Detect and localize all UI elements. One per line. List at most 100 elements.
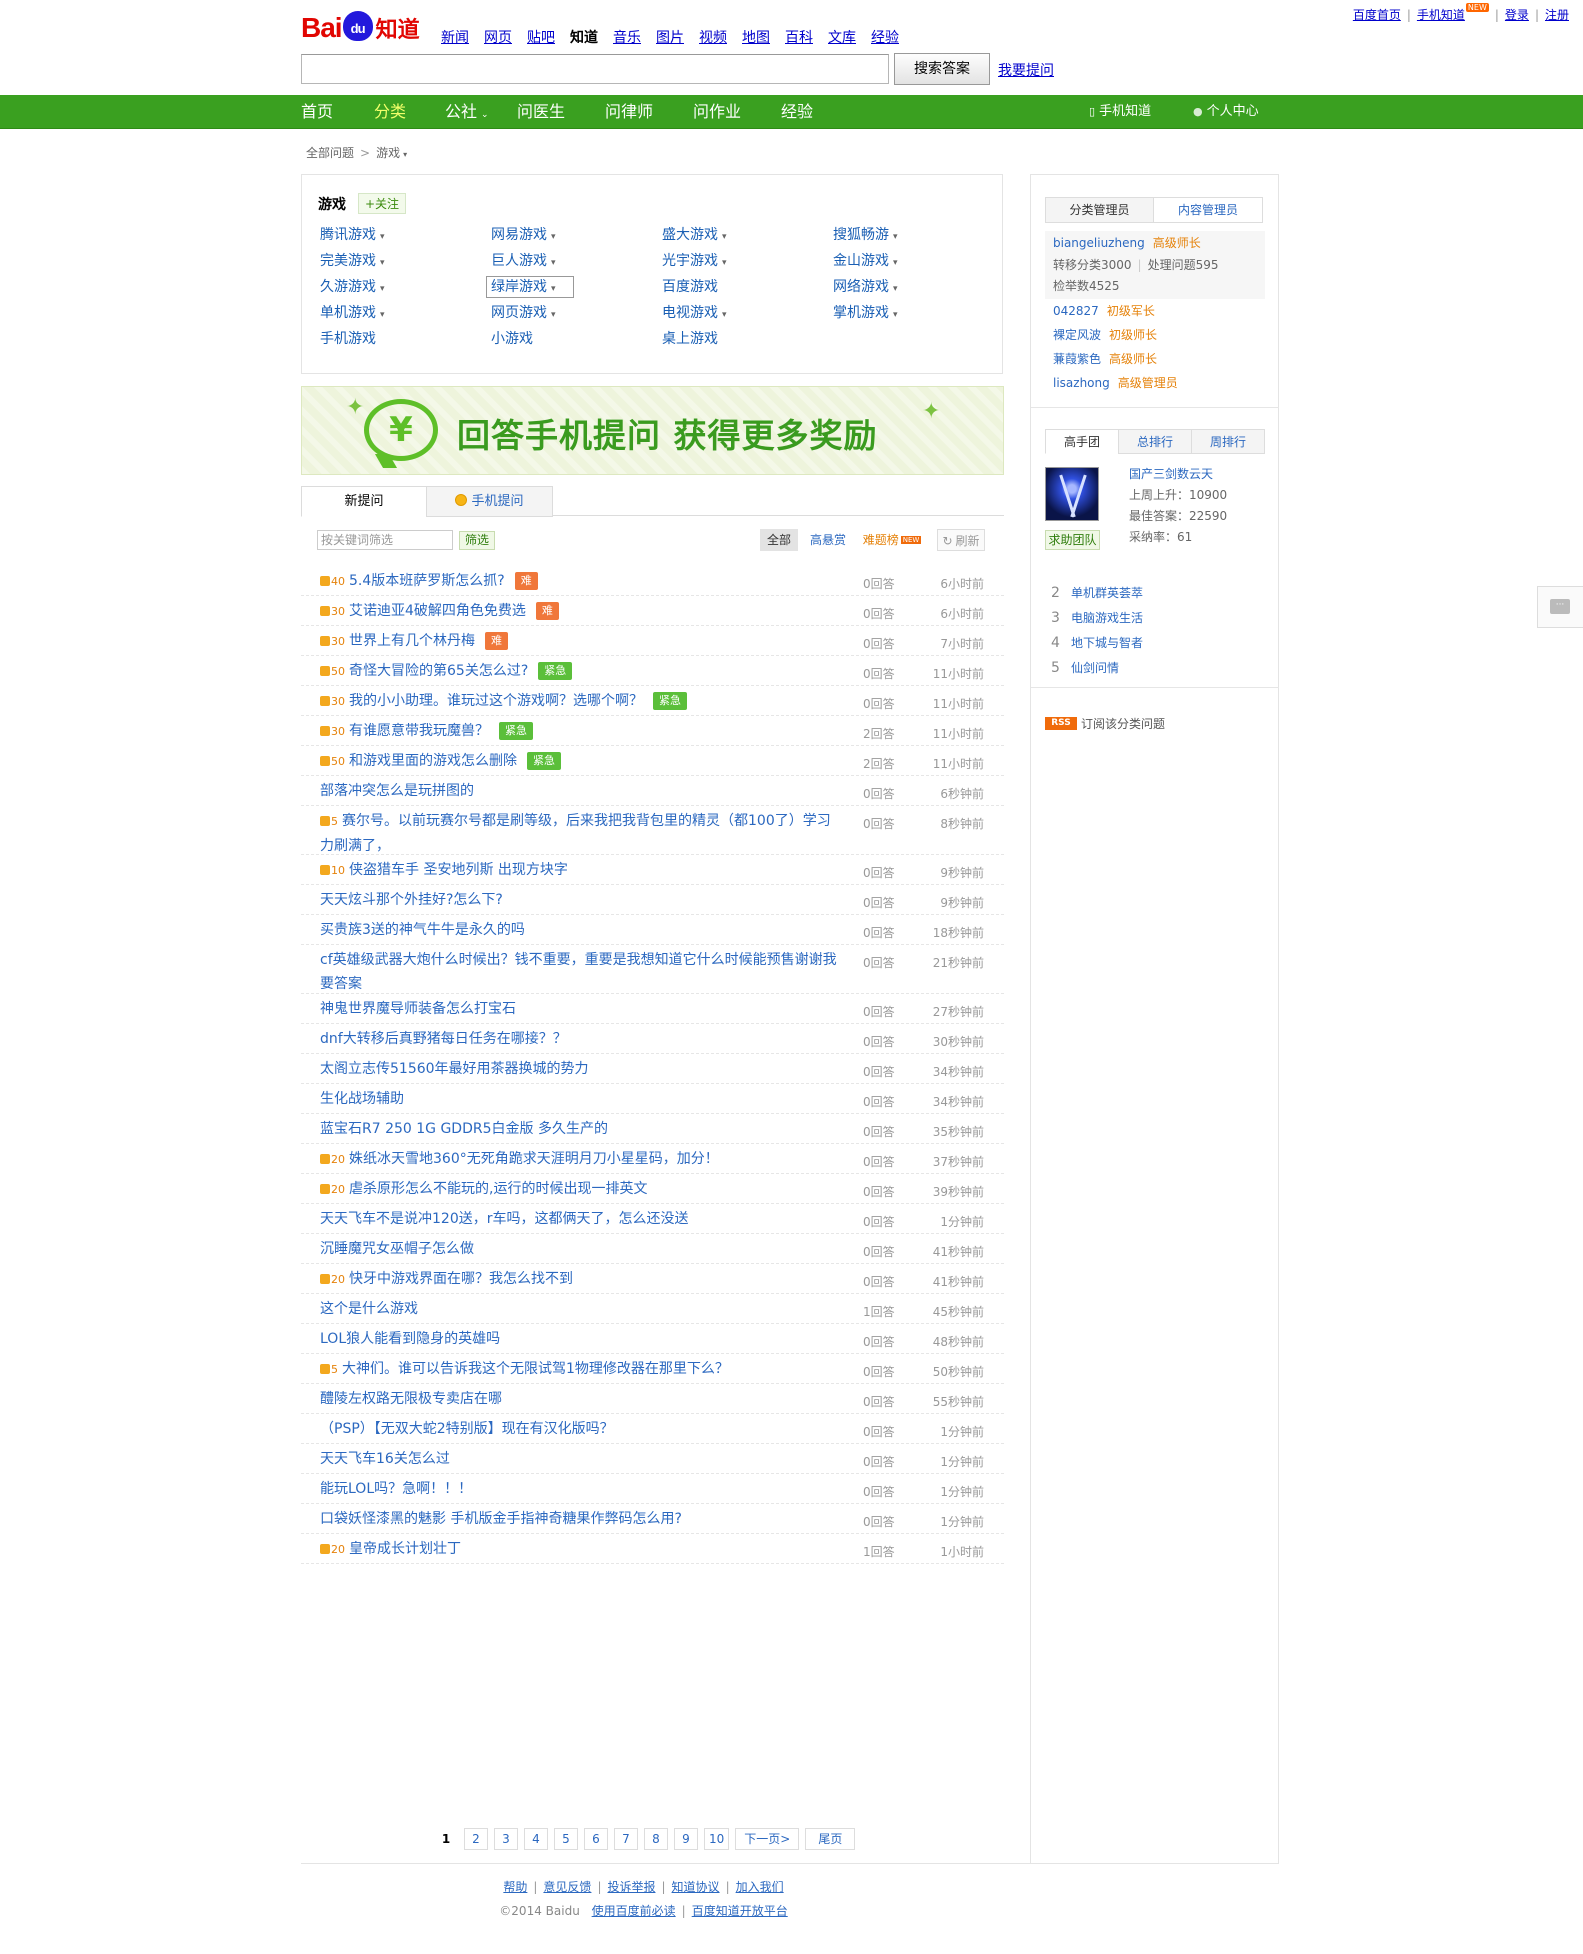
page-link[interactable]: 9 <box>674 1828 698 1850</box>
register-link[interactable]: 注册 <box>1545 6 1569 23</box>
nav-personal-center[interactable]: ● 个人中心 <box>1193 95 1259 129</box>
question-title[interactable]: 部落冲突怎么是玩拼图的 <box>320 776 840 803</box>
chevron-down-icon[interactable]: ▾ <box>893 310 898 320</box>
question-title[interactable]: 40 5.4版本班萨罗斯怎么抓? 难 <box>320 566 840 594</box>
subcategory-link[interactable]: 绿岸游戏 ▾ <box>486 276 574 298</box>
subcategory-link[interactable]: 百度游戏 <box>662 277 833 297</box>
product-link[interactable]: 新闻 <box>441 27 469 47</box>
subcategory-link[interactable]: 搜狐畅游 ▾ <box>833 225 993 245</box>
product-link[interactable]: 网页 <box>484 27 512 47</box>
subcategory-link[interactable]: 手机游戏 <box>320 329 491 349</box>
tab-mobile-questions[interactable]: 手机提问 <box>426 486 553 517</box>
question-title[interactable]: （PSP）【无双大蛇2特别版】现在有汉化版吗？ <box>320 1414 840 1441</box>
question-title[interactable]: 30 我的小小助理。谁玩过这个游戏啊？选哪个啊？ 紧急 <box>320 686 840 714</box>
page-link[interactable]: 7 <box>614 1828 638 1850</box>
chevron-down-icon[interactable]: ▾ <box>551 284 556 294</box>
product-link[interactable]: 图片 <box>656 27 684 47</box>
manager-name[interactable]: biangeliuzheng <box>1053 236 1145 250</box>
nav-item-category[interactable]: 分类 <box>374 95 406 129</box>
product-link[interactable]: 贴吧 <box>527 27 555 47</box>
nav-mobile-zhidao[interactable]: ▯ 手机知道 <box>1089 95 1151 129</box>
question-title[interactable]: 生化战场辅助 <box>320 1084 840 1111</box>
promo-banner[interactable]: ✦ ✦ ¥ 回答手机提问 获得更多奖励 <box>301 386 1004 475</box>
question-title[interactable]: 太阁立志传51560年最好用茶器换城的势力 <box>320 1054 840 1081</box>
subcategory-link[interactable]: 腾讯游戏 ▾ <box>320 225 491 245</box>
subcategory-link[interactable]: 网页游戏 ▾ <box>491 303 662 323</box>
subcategory-link[interactable]: 网络游戏 ▾ <box>833 277 993 297</box>
footer-link[interactable]: 加入我们 <box>736 1880 784 1894</box>
nav-item-home[interactable]: 首页 <box>301 95 333 129</box>
page-link[interactable]: 2 <box>464 1828 488 1850</box>
rss-subscribe[interactable]: RSS 订阅该分类问题 <box>1045 715 1165 732</box>
product-link[interactable]: 视频 <box>699 27 727 47</box>
feedback-button[interactable]: ··· <box>1537 586 1583 628</box>
search-button[interactable]: 搜索答案 <box>894 53 990 85</box>
baidu-home-link[interactable]: 百度首页 <box>1353 6 1401 23</box>
team-name[interactable]: 仙剑问情 <box>1071 661 1119 675</box>
tab-expert-team[interactable]: 高手团 <box>1045 429 1119 454</box>
chevron-down-icon[interactable]: ▾ <box>893 284 898 294</box>
sort-hard[interactable]: 难题榜 NEW <box>858 529 926 551</box>
team-name[interactable]: 地下城与智者 <box>1071 636 1143 650</box>
question-title[interactable]: cf英雄级武器大炮什么时候出？钱不重要，重要是我想知道它什么时候能预售谢谢我要答… <box>320 945 840 996</box>
question-title[interactable]: 这个是什么游戏 <box>320 1294 840 1321</box>
last-page-button[interactable]: 尾页 <box>805 1828 856 1850</box>
product-link[interactable]: 经验 <box>871 27 899 47</box>
subcategory-link[interactable]: 久游游戏 ▾ <box>320 277 491 297</box>
chevron-down-icon[interactable]: ▾ <box>722 232 727 242</box>
question-title[interactable]: 20 皇帝成长计划壮丁 <box>320 1534 840 1562</box>
subcategory-link[interactable]: 小游戏 <box>491 329 662 349</box>
ask-question-link[interactable]: 我要提问 <box>998 60 1054 80</box>
nav-item-lawyer[interactable]: 问律师 <box>605 95 653 129</box>
breadcrumb-current[interactable]: 游戏 <box>376 146 400 160</box>
subcategory-link[interactable]: 掌机游戏 ▾ <box>833 303 993 323</box>
subcategory-link[interactable]: 桌上游戏 <box>662 329 833 349</box>
question-title[interactable]: 20 虐杀原形怎么不能玩的,运行的时候出现一排英文 <box>320 1174 840 1202</box>
question-title[interactable]: 天天飞车不是说冲120送，r车吗，这都俩天了，怎么还没送 <box>320 1204 840 1231</box>
subcategory-link[interactable]: 完美游戏 ▾ <box>320 251 491 271</box>
product-link[interactable]: 地图 <box>742 27 770 47</box>
subcategory-link[interactable]: 金山游戏 ▾ <box>833 251 993 271</box>
product-link[interactable]: 知道 <box>570 27 598 47</box>
ask-team-button[interactable]: 求助团队 <box>1045 530 1100 550</box>
nav-item-community[interactable]: 公社 ⌄ <box>445 95 489 129</box>
open-platform-link[interactable]: 百度知道开放平台 <box>692 1904 788 1918</box>
question-title[interactable]: 能玩LOL吗？急啊！！！ <box>320 1474 840 1501</box>
chevron-down-icon[interactable]: ▾ <box>722 310 727 320</box>
sort-all[interactable]: 全部 <box>760 529 798 551</box>
nav-item-homework[interactable]: 问作业 <box>693 95 741 129</box>
question-title[interactable]: 天天飞车16关怎么过 <box>320 1444 840 1471</box>
must-read-link[interactable]: 使用百度前必读 <box>592 1904 676 1918</box>
top-user-name[interactable]: 国产三剑数云天 <box>1129 464 1227 485</box>
mobile-zhidao-link[interactable]: 手机知道 <box>1417 6 1465 23</box>
page-link[interactable]: 8 <box>644 1828 668 1850</box>
question-title[interactable]: 5 大神们。谁可以告诉我这个无限试驾1物理修改器在那里下么？ <box>320 1354 840 1382</box>
question-title[interactable]: 50 奇怪大冒险的第65关怎么过? 紧急 <box>320 656 840 684</box>
question-title[interactable]: 天天炫斗那个外挂好?怎么下? <box>320 885 840 912</box>
manager-name[interactable]: 蒹葭紫色 <box>1053 352 1101 366</box>
question-title[interactable]: 神鬼世界魔导师装备怎么打宝石 <box>320 994 840 1021</box>
tab-total-rank[interactable]: 总排行 <box>1118 429 1192 454</box>
product-link[interactable]: 音乐 <box>613 27 641 47</box>
page-link[interactable]: 10 <box>704 1828 730 1850</box>
question-title[interactable]: 30 世界上有几个林丹梅难 <box>320 626 840 654</box>
subcategory-link[interactable]: 光宇游戏 ▾ <box>662 251 833 271</box>
question-title[interactable]: 蓝宝石R7 250 1G GDDR5白金版 多久生产的 <box>320 1114 840 1141</box>
refresh-button[interactable]: ↻ 刷新 <box>937 529 985 551</box>
subcategory-link[interactable]: 巨人游戏 ▾ <box>491 251 662 271</box>
manager-name[interactable]: 裸定风波 <box>1053 328 1101 342</box>
tab-new-questions[interactable]: 新提问 <box>301 486 427 517</box>
question-title[interactable]: 买贵族3送的神气牛牛是永久的吗 <box>320 915 840 942</box>
tab-weekly-rank[interactable]: 周排行 <box>1191 429 1265 454</box>
subcategory-link[interactable]: 网易游戏 ▾ <box>491 225 662 245</box>
question-title[interactable]: 口袋妖怪漆黑的魅影 手机版金手指神奇糖果作弊码怎么用? <box>320 1504 840 1531</box>
nav-item-experience[interactable]: 经验 <box>781 95 813 129</box>
nav-item-doctor[interactable]: 问医生 <box>517 95 565 129</box>
question-title[interactable]: 醴陵左权路无限极专卖店在哪 <box>320 1384 840 1411</box>
question-title[interactable]: 10 侠盗猎车手 圣安地列斯 出现方块字 <box>320 855 840 883</box>
chevron-down-icon[interactable]: ▾ <box>380 258 385 268</box>
question-title[interactable]: LOL狼人能看到隐身的英雄吗 <box>320 1324 840 1351</box>
keyword-filter-input[interactable]: 按关键词筛选 <box>317 530 453 550</box>
baidu-zhidao-logo[interactable]: Bai du 知道 <box>301 8 425 48</box>
manager-name[interactable]: 042827 <box>1053 304 1099 318</box>
